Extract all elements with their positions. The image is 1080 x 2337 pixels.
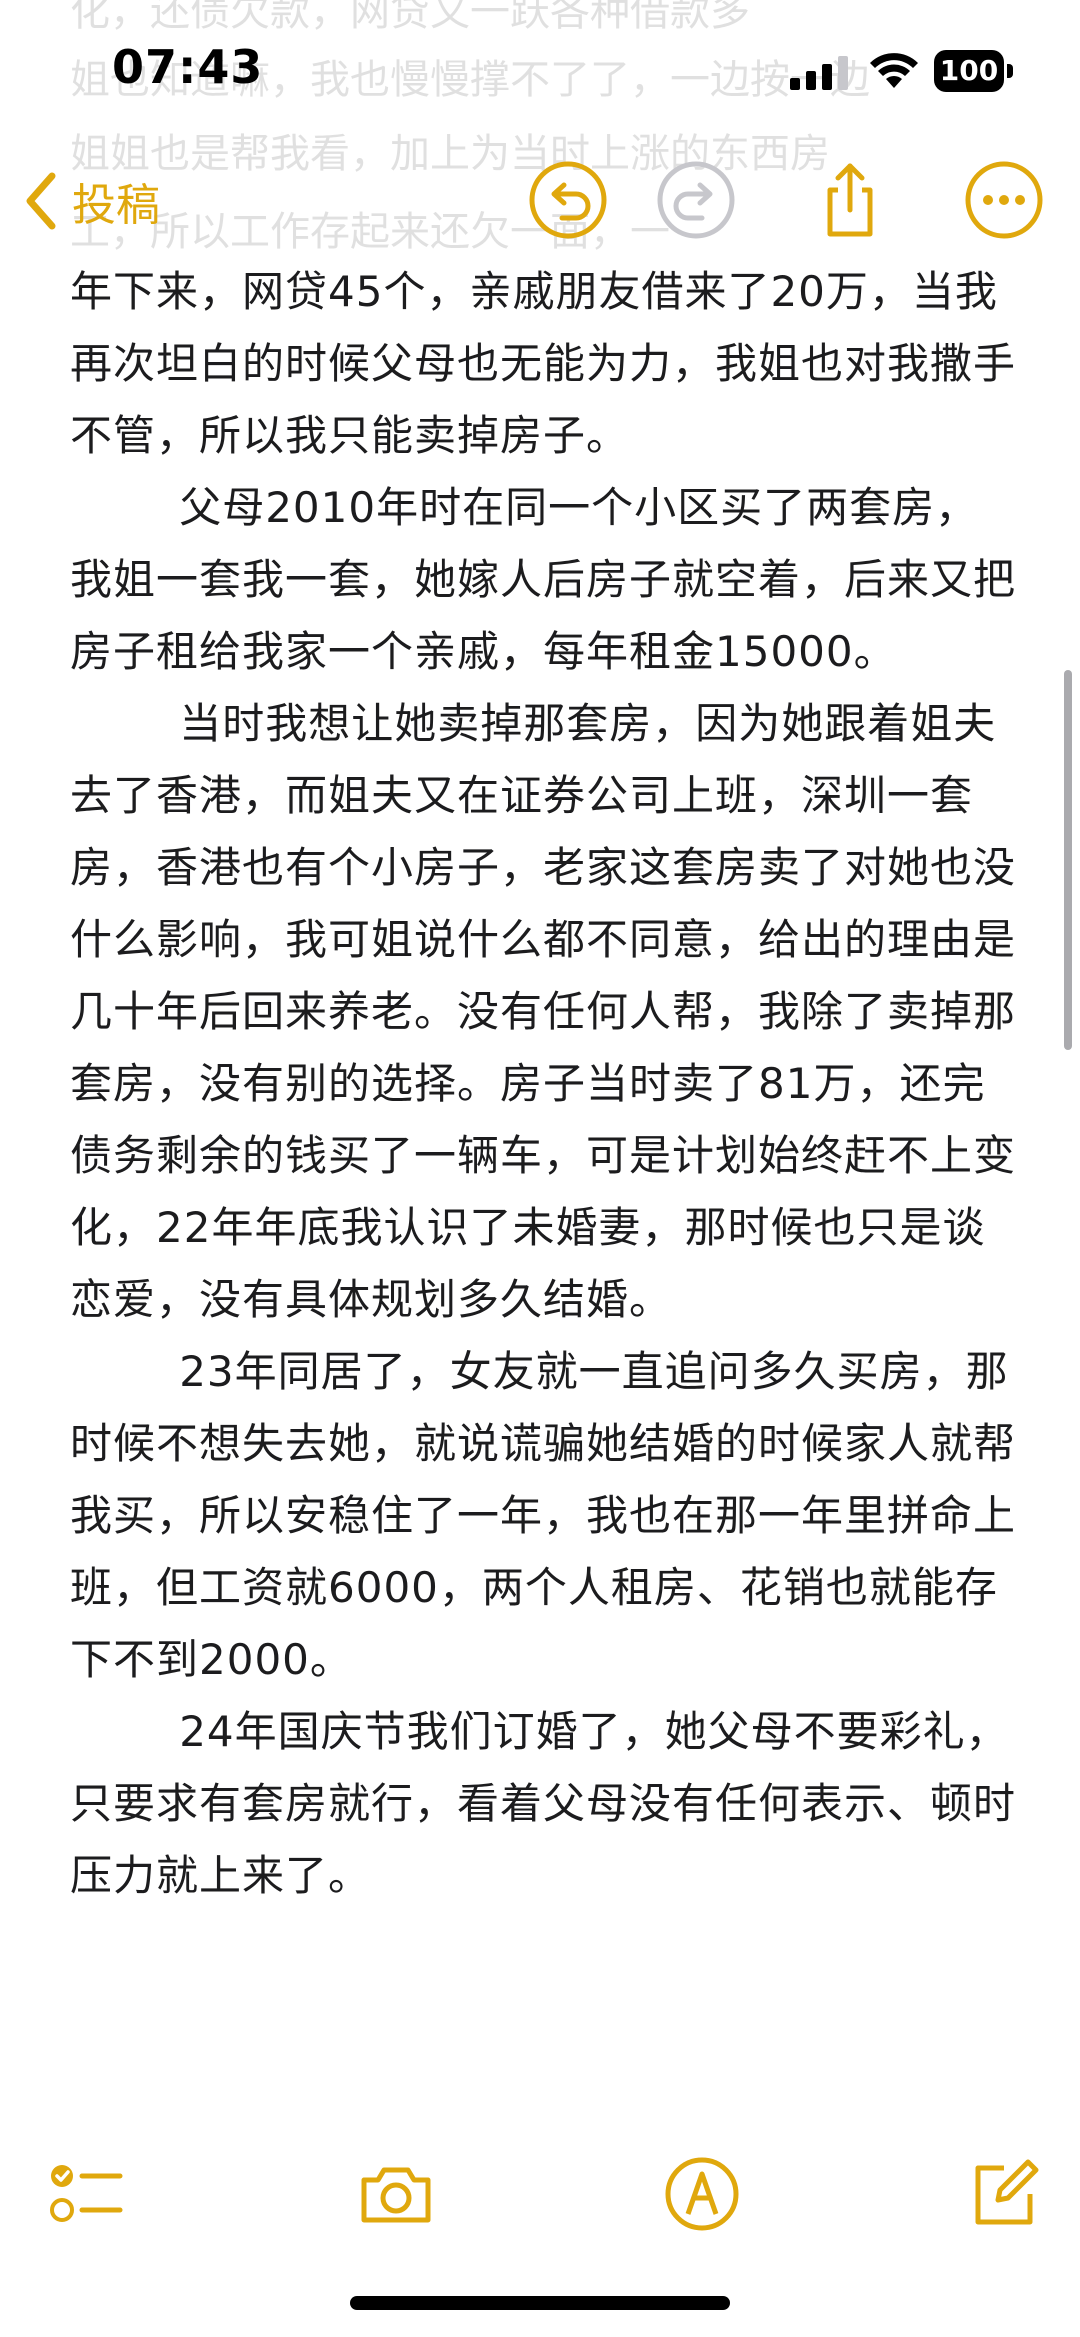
checklist-icon: [50, 2165, 123, 2222]
note-body[interactable]: 年下来，网贷45个，亲戚朋友借来了20万，当我再次坦白的时候父母也无能为力，我姐…: [70, 256, 1020, 2126]
checklist-button[interactable]: [46, 2154, 126, 2234]
cellular-signal-icon: [790, 56, 848, 90]
note-toolbar: 投稿: [0, 150, 1080, 270]
status-time: 07:43: [112, 40, 264, 94]
scroll-indicator[interactable]: [1064, 670, 1072, 1050]
note-paragraph: 父母2010年时在同一个小区买了两套房，我姐一套我一套，她嫁人后房子就空着，后来…: [70, 483, 1017, 676]
redo-button[interactable]: [654, 158, 738, 242]
note-paragraph: 23年同居了，女友就一直追问多久买房，那时候不想失去她，就说谎骗她结婚的时候家人…: [70, 1347, 1017, 1684]
undo-button[interactable]: [526, 158, 610, 242]
redo-icon: [657, 161, 735, 239]
note-paragraph: 当时我想让她卖掉那套房，因为她跟着姐夫去了香港，而姐夫又在证券公司上班，深圳一套…: [70, 699, 1017, 1324]
share-button[interactable]: [808, 158, 892, 242]
back-button[interactable]: 投稿: [20, 156, 160, 246]
bottom-toolbar: [0, 2140, 1080, 2337]
share-icon: [827, 163, 873, 237]
more-icon: [965, 161, 1043, 239]
markup-button[interactable]: [662, 2154, 742, 2234]
note-paragraph: 年下来，网贷45个，亲戚朋友借来了20万，当我再次坦白的时候父母也无能为力，我姐…: [70, 267, 1017, 460]
wifi-icon: [870, 53, 918, 88]
content-fade: [0, 2040, 1080, 2150]
back-button-label: 投稿: [72, 180, 160, 231]
note-paragraph: 24年国庆节我们订婚了，她父母不要彩礼，只要求有套房就行，看着父母没有任何表示、…: [70, 1707, 1017, 1900]
battery-icon: 100: [934, 50, 1014, 92]
more-button[interactable]: [962, 158, 1046, 242]
home-indicator[interactable]: [350, 2296, 730, 2310]
chevron-left-icon: [26, 172, 56, 230]
undo-icon: [529, 161, 607, 239]
camera-icon: [361, 2167, 431, 2223]
camera-button[interactable]: [356, 2154, 436, 2234]
battery-level: 100: [934, 50, 1004, 92]
compose-icon: [975, 2159, 1039, 2225]
status-bar: 07:43 100: [0, 0, 1080, 150]
markup-icon: [665, 2157, 739, 2231]
compose-button[interactable]: [964, 2154, 1044, 2234]
battery-tip: [1007, 64, 1013, 78]
